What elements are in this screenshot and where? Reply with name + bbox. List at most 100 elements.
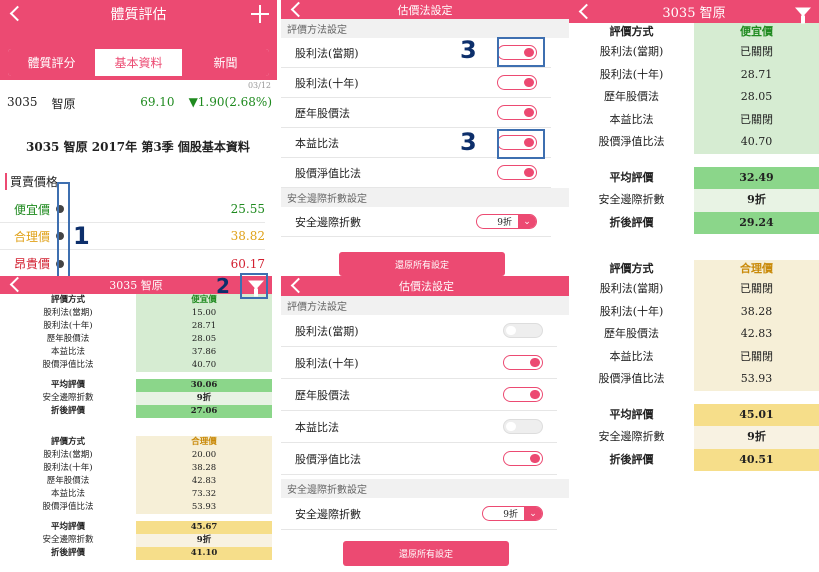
- margin-label: 安全邊際折數: [295, 507, 361, 521]
- method-value: 53.93: [136, 501, 272, 514]
- panel-valuation-all: 3035 智原 評價方式 便宜價 股利法(當期) 15.00 股利法(十年) 28.7…: [0, 276, 272, 572]
- method-label: 股利法(當期): [43, 450, 93, 460]
- method-label: 歷年股價法: [295, 388, 350, 402]
- back-arrow-icon[interactable]: [8, 278, 22, 292]
- stock-name: 智原: [51, 97, 76, 111]
- page-title: 體質評估: [110, 7, 167, 23]
- annotation-number: 3: [460, 36, 477, 64]
- method-value: 28.71: [136, 320, 272, 333]
- price-row[interactable]: 合理價 38.82: [0, 223, 265, 250]
- summary-value: 45.67: [136, 521, 272, 534]
- method-label: 股價淨值比法: [295, 452, 361, 466]
- method-label: 股價淨值比法: [598, 372, 665, 385]
- method-toggle[interactable]: [503, 419, 543, 434]
- chevron-down-icon: ⌄: [518, 215, 536, 228]
- method-row: 股利法(十年): [281, 347, 557, 379]
- method-label: 股利法(當期): [599, 45, 664, 58]
- col-header: 便宜價: [694, 23, 819, 41]
- col-header: 評價方式: [609, 25, 654, 38]
- chevron-down-icon: ⌄: [524, 507, 542, 520]
- col-header: 合理價: [136, 436, 272, 449]
- method-value: 28.05: [136, 333, 272, 346]
- reset-button[interactable]: 還原所有設定: [343, 541, 509, 566]
- method-label: 本益比法: [609, 349, 654, 363]
- date-label: 03/12: [247, 81, 271, 90]
- summary-label: 安全邊際折數: [598, 193, 665, 206]
- method-label: 歷年股價法: [604, 90, 659, 103]
- method-label: 股利法(十年): [295, 356, 359, 370]
- back-arrow-icon[interactable]: [289, 279, 303, 293]
- back-arrow-icon[interactable]: [8, 7, 22, 21]
- price-row[interactable]: 昂貴價 60.17: [0, 250, 265, 277]
- section-header: 評價方法設定: [281, 19, 569, 38]
- tab-basic-info[interactable]: 基本資料: [95, 49, 182, 76]
- method-label: 歷年股價法: [46, 476, 90, 486]
- summary-value: 29.24: [694, 211, 819, 234]
- price-change: ▼1.90(2.68%): [188, 95, 272, 109]
- header: 體質評估: [0, 0, 277, 28]
- annotation-box: [57, 182, 70, 278]
- method-toggle[interactable]: [503, 323, 543, 338]
- summary-value: 41.10: [136, 547, 272, 560]
- cheap-table: 評價方式 便宜價 股利法(當期) 15.00 股利法(十年) 28.71 歷年股價法 2…: [0, 294, 272, 418]
- header: 3035 智原: [569, 0, 819, 23]
- method-toggle[interactable]: [503, 387, 543, 402]
- method-label: 股利法(當期): [43, 308, 93, 318]
- method-value: 15.00: [136, 307, 272, 320]
- margin-select[interactable]: 9折 ⌄: [482, 506, 543, 521]
- tab-bar: 體質評分 基本資料 新聞: [7, 48, 270, 77]
- summary-label: 平均評價: [50, 380, 85, 390]
- back-arrow-icon[interactable]: [577, 5, 591, 19]
- summary-value: 27.06: [136, 405, 272, 418]
- method-value: 已關閉: [694, 108, 819, 131]
- margin-select[interactable]: 9折 ⌄: [476, 214, 537, 229]
- section-header: 評價方法設定: [281, 296, 572, 315]
- panel-stock-overview: 體質評估 體質評分 基本資料 新聞 03/12 3035 智原 69.10 ▼1…: [0, 0, 277, 277]
- method-value: 20.00: [136, 449, 272, 462]
- method-value: 42.83: [136, 475, 272, 488]
- method-label: 本益比法: [50, 347, 85, 357]
- method-label: 股利法(十年): [295, 76, 359, 90]
- filter-icon[interactable]: [795, 7, 811, 23]
- method-toggle[interactable]: [497, 105, 537, 120]
- summary-value: 9折: [694, 426, 819, 449]
- annotation-number: 2: [216, 274, 230, 298]
- back-arrow-icon[interactable]: [289, 3, 303, 17]
- price-value: 25.55: [230, 202, 265, 216]
- method-label: 股利法(十年): [599, 304, 664, 318]
- price-label: 合理價: [14, 229, 51, 244]
- price-row[interactable]: 便宜價 25.55: [0, 196, 265, 223]
- tab-news[interactable]: 新聞: [182, 49, 269, 76]
- method-label: 歷年股價法: [46, 334, 90, 344]
- method-label: 本益比法: [295, 136, 339, 150]
- summary-label: 平均評價: [609, 170, 654, 184]
- page-title: 3035 智原: [662, 6, 726, 21]
- page-title: 估價法設定: [397, 3, 453, 17]
- method-value: 38.28: [136, 462, 272, 475]
- method-label: 股利法(十年): [599, 67, 664, 81]
- method-toggle[interactable]: [497, 165, 537, 180]
- summary-value: 45.01: [694, 403, 819, 426]
- method-value: 28.05: [694, 86, 819, 109]
- method-toggle[interactable]: [503, 355, 543, 370]
- method-value: 38.28: [694, 300, 819, 323]
- method-toggle[interactable]: [503, 451, 543, 466]
- summary-label: 安全邊際折數: [42, 393, 94, 403]
- method-value: 37.86: [136, 346, 272, 359]
- header: 估價法設定: [281, 276, 572, 296]
- summary-label: 折後評價: [50, 548, 85, 558]
- price-label: 昂貴價: [14, 257, 51, 271]
- quote-row: 3035 智原 69.10 ▼1.90(2.68%): [7, 95, 272, 112]
- margin-row: 安全邊際折數 9折 ⌄: [281, 498, 557, 530]
- method-value: 40.70: [694, 131, 819, 154]
- method-row: 股利法(十年): [281, 68, 551, 98]
- tab-score[interactable]: 體質評分: [8, 49, 95, 76]
- add-icon[interactable]: [251, 5, 269, 23]
- margin-value: 9折: [497, 218, 512, 228]
- method-label: 歷年股價法: [295, 106, 350, 120]
- report-headline: 3035 智原 2017年 第3季 個股基本資料: [26, 140, 250, 154]
- reset-button[interactable]: 還原所有設定: [339, 252, 505, 276]
- method-row: 本益比法: [281, 411, 557, 443]
- method-toggle[interactable]: [497, 75, 537, 90]
- method-label: 股利法(十年): [43, 321, 93, 331]
